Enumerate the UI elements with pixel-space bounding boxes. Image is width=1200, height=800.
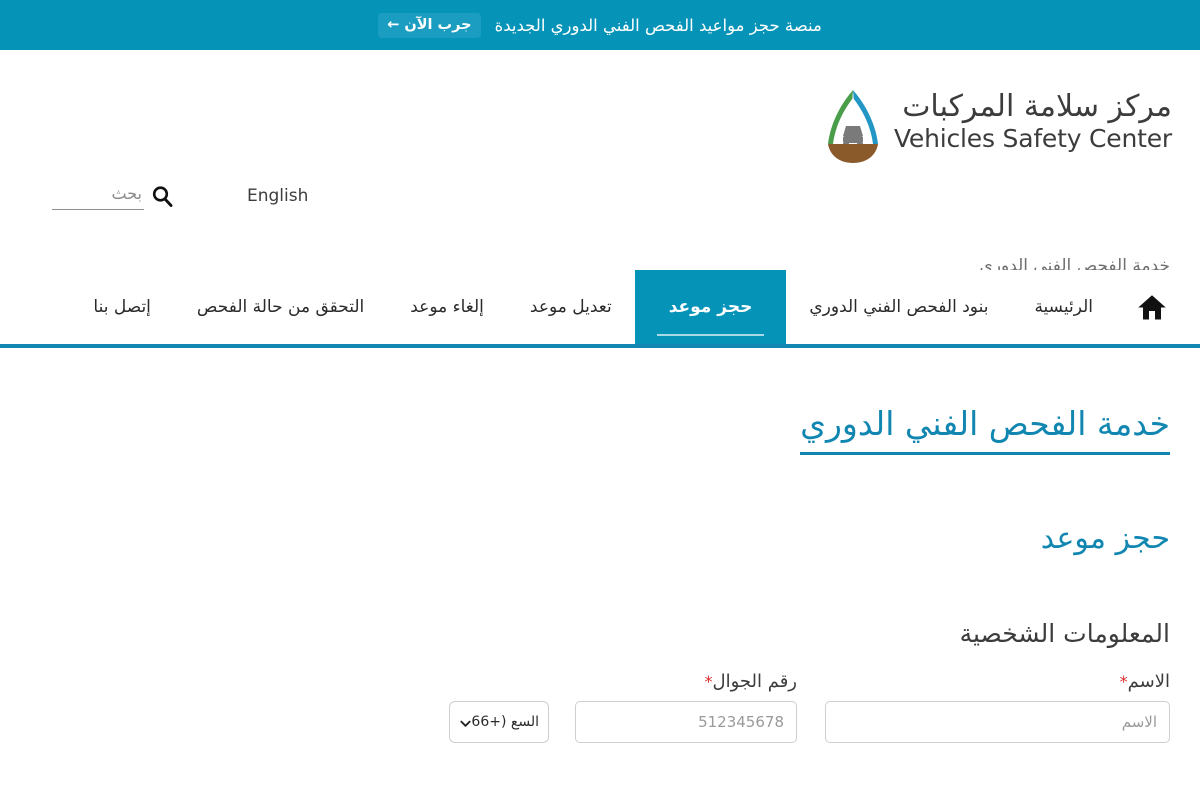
nav-item-check-status[interactable]: التحقق من حالة الفحص: [174, 270, 387, 344]
brand-name-arabic: مركز سلامة المركبات: [902, 89, 1172, 124]
nav-item-contact-us[interactable]: إتصل بنا: [70, 270, 174, 344]
country-code-select[interactable]: السع (+966): [449, 700, 549, 743]
phone-input-group: السع (+966): [447, 700, 797, 743]
nav-item-edit-appointment[interactable]: تعديل موعد: [507, 270, 635, 344]
phone-field-label: رقم الجوال*: [447, 671, 797, 692]
section-title-book-appointment: حجز موعد: [1040, 520, 1170, 556]
promo-bar: منصة حجز مواعيد الفحص الفني الدوري الجدي…: [0, 0, 1200, 50]
phone-field-group: رقم الجوال* السع (+966): [447, 671, 797, 743]
home-icon: [1137, 292, 1167, 322]
country-code-value: السع (+966): [472, 713, 539, 730]
nav-item-home[interactable]: الرئيسية: [1011, 270, 1116, 344]
page-title: خدمة الفحص الفني الدوري: [800, 404, 1170, 455]
page-title-wrap: خدمة الفحص الفني الدوري: [30, 404, 1170, 455]
name-input[interactable]: [825, 700, 1170, 743]
personal-info-form-row: الاسم* رقم الجوال* السع (+966): [30, 671, 1170, 743]
brand-names: مركز سلامة المركبات Vehicles Safety Cent…: [894, 86, 1172, 153]
main-content: خدمة الفحص الفني الدوري حجز موعد المعلوم…: [0, 404, 1200, 743]
name-label-text: الاسم: [1127, 670, 1170, 692]
site-header: مركز سلامة المركبات Vehicles Safety Cent…: [0, 50, 1200, 276]
brand-name-english: Vehicles Safety Center: [893, 123, 1172, 153]
header-tools: English: [0, 176, 360, 236]
vehicle-safety-arch-logo-icon: [822, 86, 884, 166]
nav-item-inspection-terms[interactable]: بنود الفحص الفني الدوري: [786, 270, 1011, 344]
search-area: [52, 182, 174, 210]
nav-item-cancel-appointment[interactable]: إلغاء موعد: [387, 270, 507, 344]
promo-text: منصة حجز مواعيد الفحص الفني الدوري الجدي…: [494, 15, 822, 35]
name-field-label: الاسم*: [825, 671, 1170, 692]
nav-home-button[interactable]: [1116, 270, 1188, 344]
language-switch-link[interactable]: English: [247, 186, 308, 206]
subsection-title-personal-info: المعلومات الشخصية: [959, 618, 1170, 648]
nav-item-book-appointment[interactable]: حجز موعد: [634, 270, 787, 344]
chevron-down-icon: [459, 715, 472, 728]
search-input[interactable]: [52, 182, 144, 210]
name-required-asterisk: *: [1119, 671, 1128, 691]
phone-required-asterisk: *: [704, 671, 713, 691]
main-navigation: الرئيسية بنود الفحص الفني الدوري حجز موع…: [0, 270, 1200, 348]
name-field-group: الاسم*: [825, 671, 1170, 743]
magnifier-icon[interactable]: [150, 184, 174, 208]
brand-block[interactable]: مركز سلامة المركبات Vehicles Safety Cent…: [822, 86, 1172, 166]
phone-label-text: رقم الجوال: [712, 670, 797, 692]
try-now-button[interactable]: جرب الآن ←: [378, 12, 481, 38]
phone-number-input[interactable]: [575, 700, 797, 743]
